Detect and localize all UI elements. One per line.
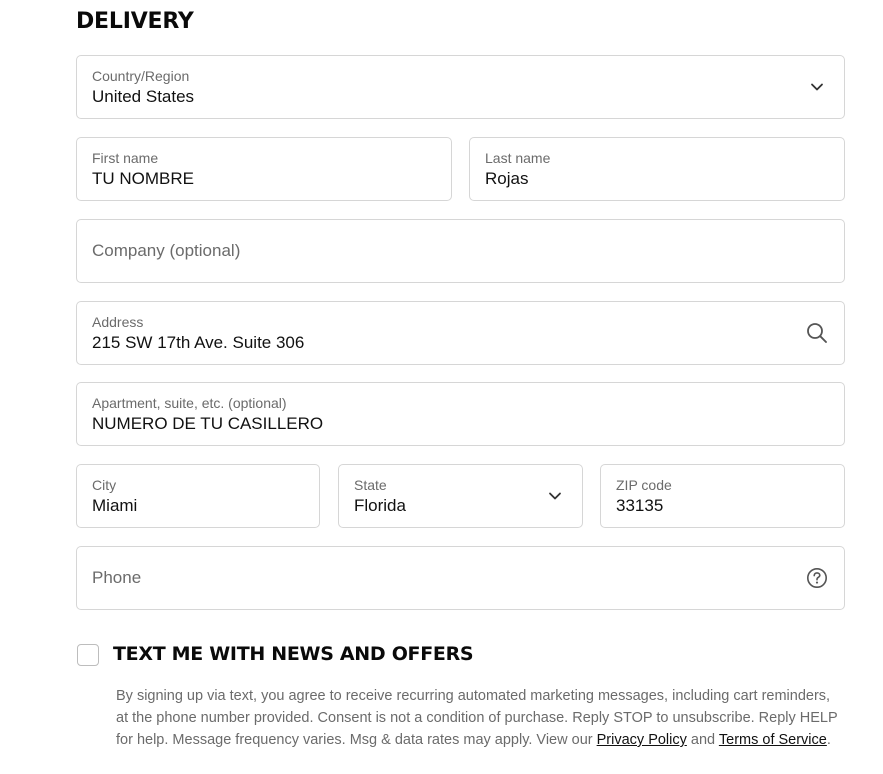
address-field[interactable]: Address 215 SW 17th Ave. Suite 306 xyxy=(76,301,845,365)
zip-field[interactable]: ZIP code 33135 xyxy=(600,464,845,528)
apartment-label: Apartment, suite, etc. (optional) xyxy=(92,395,287,411)
company-placeholder: Company (optional) xyxy=(92,241,241,260)
sms-disclaimer: By signing up via text, you agree to rec… xyxy=(116,685,844,751)
privacy-policy-link[interactable]: Privacy Policy xyxy=(597,732,687,748)
sms-optin-label[interactable]: TEXT ME WITH NEWS AND OFFERS xyxy=(113,643,474,665)
last-name-value: Rojas xyxy=(485,169,529,188)
last-name-field[interactable]: Last name Rojas xyxy=(469,137,845,201)
state-select[interactable]: State Florida xyxy=(338,464,583,528)
first-name-value: TU NOMBRE xyxy=(92,169,194,188)
first-name-label: First name xyxy=(92,150,159,166)
first-name-field[interactable]: First name TU NOMBRE xyxy=(76,137,452,201)
search-icon[interactable] xyxy=(806,322,828,344)
section-title: DELIVERY xyxy=(76,9,194,34)
apartment-field[interactable]: Apartment, suite, etc. (optional) NUMERO… xyxy=(76,382,845,446)
sms-optin-checkbox[interactable] xyxy=(77,644,99,666)
apartment-value: NUMERO DE TU CASILLERO xyxy=(92,414,324,433)
city-value: Miami xyxy=(92,496,138,515)
address-value: 215 SW 17th Ave. Suite 306 xyxy=(92,333,305,352)
zip-label: ZIP code xyxy=(616,477,672,493)
state-label: State xyxy=(354,477,387,493)
country-value: United States xyxy=(92,87,195,106)
chevron-down-icon xyxy=(806,76,828,98)
chevron-down-icon xyxy=(544,485,566,507)
disclaimer-and: and xyxy=(686,732,719,748)
last-name-label: Last name xyxy=(485,150,551,166)
disclaimer-end: . xyxy=(826,732,831,748)
company-field[interactable]: Company (optional) xyxy=(76,219,845,283)
phone-placeholder: Phone xyxy=(92,568,142,587)
zip-value: 33135 xyxy=(616,496,664,515)
checkout-delivery-page: DELIVERY Country/Region United States Fi… xyxy=(0,0,883,774)
terms-of-service-link[interactable]: Terms of Service xyxy=(719,732,827,748)
address-label: Address xyxy=(92,314,144,330)
help-circle-icon[interactable] xyxy=(806,567,828,589)
country-select[interactable]: Country/Region United States xyxy=(76,55,845,119)
state-value: Florida xyxy=(354,496,406,515)
country-label: Country/Region xyxy=(92,68,190,84)
phone-field[interactable]: Phone xyxy=(76,546,845,610)
city-field[interactable]: City Miami xyxy=(76,464,320,528)
city-label: City xyxy=(92,477,117,493)
